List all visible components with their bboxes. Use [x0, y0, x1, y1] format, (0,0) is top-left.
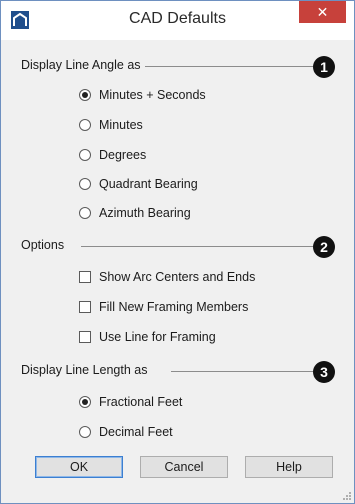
title-bar[interactable]: CAD Defaults ✕ — [1, 1, 354, 40]
option-label: Decimal Feet — [99, 425, 173, 439]
resize-grip-icon[interactable] — [342, 491, 352, 501]
radio-minutes-seconds[interactable]: Minutes + Seconds — [79, 88, 206, 102]
radio-button[interactable] — [79, 426, 91, 438]
section-divider — [141, 66, 313, 67]
section-divider — [81, 246, 313, 247]
radio-degrees[interactable]: Degrees — [79, 148, 146, 162]
option-label: Quadrant Bearing — [99, 177, 198, 191]
checkbox[interactable] — [79, 331, 91, 343]
checkbox[interactable] — [79, 271, 91, 283]
option-label: Fractional Feet — [99, 395, 183, 409]
radio-button-selected[interactable] — [79, 396, 91, 408]
radio-minutes[interactable]: Minutes — [79, 118, 143, 132]
option-label: Degrees — [99, 148, 147, 162]
display-line-length-label: Display Line Length as — [21, 363, 152, 377]
option-label: Azimuth Bearing — [99, 206, 191, 220]
checkbox-fill-new-framing[interactable]: Fill New Framing Members — [79, 300, 248, 314]
checkbox[interactable] — [79, 301, 91, 313]
checkbox-label: Fill New Framing Members — [99, 300, 249, 314]
radio-button[interactable] — [79, 178, 91, 190]
radio-button[interactable] — [79, 119, 91, 131]
cad-defaults-dialog: CAD Defaults ✕ Display Line Angle as 1 M… — [0, 0, 355, 504]
help-button[interactable]: Help — [245, 456, 333, 478]
callout-badge-2: 2 — [313, 236, 335, 258]
cancel-button[interactable]: Cancel — [140, 456, 228, 478]
options-label: Options — [21, 238, 69, 252]
display-line-angle-label: Display Line Angle as — [21, 58, 145, 72]
callout-badge-3: 3 — [313, 361, 335, 383]
checkbox-use-line-for-framing[interactable]: Use Line for Framing — [79, 330, 216, 344]
radio-quadrant-bearing[interactable]: Quadrant Bearing — [79, 177, 198, 191]
section-divider — [171, 371, 313, 372]
callout-badge-1: 1 — [313, 56, 335, 78]
radio-azimuth-bearing[interactable]: Azimuth Bearing — [79, 206, 191, 220]
ok-button[interactable]: OK — [35, 456, 123, 478]
option-label: Minutes — [99, 118, 143, 132]
checkbox-label: Show Arc Centers and Ends — [99, 270, 256, 284]
option-label: Minutes + Seconds — [99, 88, 206, 102]
checkbox-label: Use Line for Framing — [99, 330, 216, 344]
radio-fractional-feet[interactable]: Fractional Feet — [79, 395, 182, 409]
radio-button[interactable] — [79, 207, 91, 219]
checkbox-show-arc-centers[interactable]: Show Arc Centers and Ends — [79, 270, 255, 284]
dialog-content: Display Line Angle as 1 Minutes + Second… — [1, 40, 354, 503]
radio-button[interactable] — [79, 149, 91, 161]
close-button[interactable]: ✕ — [299, 1, 346, 23]
radio-button-selected[interactable] — [79, 89, 91, 101]
radio-decimal-feet[interactable]: Decimal Feet — [79, 425, 173, 439]
